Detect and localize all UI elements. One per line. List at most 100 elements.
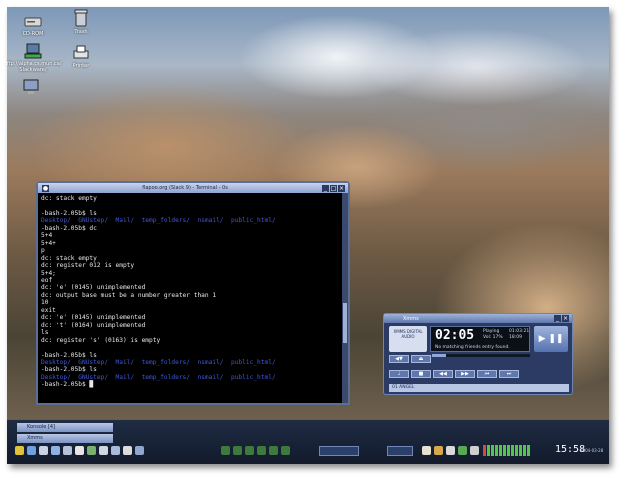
maximize-icon[interactable]: □ [330, 184, 337, 192]
taskbar-panel: Konsole [4] Xmms 15:58 2004-03-28 [7, 419, 609, 464]
icon-label: Printer [72, 63, 90, 69]
terminal-line: dc: 'e' (0145) unimplemented [41, 314, 146, 322]
network-computer-icon [24, 43, 42, 59]
desktop-5-icon[interactable] [269, 446, 278, 455]
music-icon[interactable] [111, 446, 120, 455]
cdrom-drive-icon [24, 17, 42, 27]
browser-icon[interactable] [39, 446, 48, 455]
terminal-line: -bash-2.05b$ ls [41, 351, 97, 359]
terminal-line: eof [41, 276, 53, 284]
terminal-line: 5+4 [41, 232, 53, 240]
terminal-line: 5+4; [41, 269, 56, 277]
settings-icon[interactable] [99, 446, 108, 455]
player-titlebar[interactable]: Xmms _ × [384, 314, 572, 323]
previous-track-button[interactable]: ⏮ [477, 370, 497, 378]
pager-field[interactable] [319, 446, 359, 456]
desktop-3-icon[interactable] [245, 446, 254, 455]
network-icon[interactable]: ftp://alpha.cs.mun.ca/ Slackware/ [7, 43, 62, 73]
player-message: No matching friends entry found. [435, 345, 510, 350]
terminal-titlebar[interactable]: ● flapoo.org (Slack 9) - Terminal - 0s _… [38, 183, 348, 193]
player-close-icon[interactable]: × [562, 315, 569, 322]
minimize-icon[interactable]: _ [322, 184, 329, 192]
window-menu-icon[interactable]: ● [42, 184, 49, 192]
player-logo: XMMS DIGITAL AUDIO [389, 326, 427, 352]
terminal-line: 10 [41, 299, 49, 307]
terminal-icon[interactable] [63, 446, 72, 455]
start-menu-icon[interactable] [15, 446, 24, 455]
desktop-4-icon[interactable] [257, 446, 266, 455]
meter-bar [503, 445, 506, 456]
task-xmms[interactable]: Xmms [17, 434, 113, 443]
terminal-line: p [41, 247, 45, 255]
files-icon[interactable] [87, 446, 96, 455]
terminal-scrollbar[interactable] [342, 193, 348, 403]
icon-label: Trash [74, 29, 88, 35]
tray-document-icon[interactable] [422, 446, 431, 455]
printer-icon[interactable]: Printer [55, 45, 107, 69]
terminal-line: 5+4+ [41, 239, 56, 247]
eject-menu-button[interactable]: ◀▼ [389, 355, 409, 363]
terminal-line: Desktop/ GNUstep/ Mail/ temp_folders/ ns… [41, 217, 276, 225]
computer-icon[interactable] [11, 79, 51, 95]
meter-bar [511, 445, 514, 456]
rewind-button[interactable]: ◀◀ [433, 370, 453, 378]
stop-button[interactable]: ■ [411, 370, 431, 378]
playlist-entry[interactable]: 01 ANGEL [389, 384, 569, 392]
desktop-6-icon[interactable] [281, 446, 290, 455]
tray-folder-icon[interactable] [434, 446, 443, 455]
terminal-line: dc: register 's' (0163) is empty [41, 336, 161, 344]
terminal-line: Desktop/ GNUstep/ Mail/ temp_folders/ ns… [41, 358, 276, 366]
desktop-switcher [221, 446, 290, 455]
terminal-line: -bash-2.05b$ dc [41, 224, 97, 232]
pager-field-2[interactable] [387, 446, 413, 456]
terminal-line: dc: 'e' (0145) unimplemented [41, 284, 146, 292]
editor-icon[interactable] [75, 446, 84, 455]
player-display: 02:05 Playing Vol: 17% 01:03:21 18:09 No m… [430, 326, 530, 352]
terminal-line: dc: output base must be a number greater… [41, 291, 217, 299]
player-title: Xmms [403, 315, 419, 322]
panel-date: 2004-03-28 [580, 448, 604, 453]
terminal-output[interactable]: dc: stack empty -bash-2.05b$ ls Desktop/ … [38, 193, 342, 403]
tray-network-icon[interactable] [458, 446, 467, 455]
meter-bar [527, 445, 530, 456]
playlist-button[interactable]: ♩ [389, 370, 409, 378]
xmms-player-window[interactable]: Xmms _ × XMMS DIGITAL AUDIO 02:05 Playin… [383, 313, 573, 395]
help-icon[interactable] [135, 446, 144, 455]
scrollbar-thumb[interactable] [343, 303, 347, 343]
tray-clock-icon[interactable] [446, 446, 455, 455]
player-buttons-row1: ◀▼ ⏏ [389, 355, 431, 363]
home-icon[interactable] [27, 446, 36, 455]
printer-device-icon [73, 45, 89, 59]
terminal-line: exit [41, 306, 56, 314]
meter-bar [499, 445, 502, 456]
terminal-line: -bash-2.05b$ █ [41, 381, 94, 389]
cpu-meter [483, 445, 530, 456]
desktop-2-icon[interactable] [233, 446, 242, 455]
meter-bar [487, 445, 490, 456]
player-durations: 01:03:21 18:09 [509, 329, 529, 341]
tray-monitor-icon[interactable] [470, 446, 479, 455]
player-status: Playing Vol: 17% [483, 329, 503, 341]
player-elapsed: 01:03:21 [509, 329, 530, 334]
desktop-1-icon[interactable] [221, 446, 230, 455]
terminal-line: ls [41, 329, 49, 337]
terminal-window[interactable]: ● flapoo.org (Slack 9) - Terminal - 0s _… [36, 181, 350, 405]
mail-icon[interactable] [51, 446, 60, 455]
eject-button[interactable]: ⏏ [411, 355, 431, 363]
seek-progress [432, 354, 446, 357]
player-minimize-icon[interactable]: _ [554, 315, 561, 322]
meter-bar [507, 445, 510, 456]
player-volume: Vol: 17% [483, 335, 503, 340]
trash-icon[interactable]: Trash [55, 9, 107, 35]
cdrom-icon[interactable]: CD-ROM [7, 15, 59, 37]
seek-slider[interactable] [432, 354, 530, 357]
close-icon[interactable]: × [338, 184, 345, 192]
task-konsole[interactable]: Konsole [4] [17, 423, 113, 432]
image-icon[interactable] [123, 446, 132, 455]
next-track-button[interactable]: ⏭ [499, 370, 519, 378]
play-pause-button[interactable]: ▶ ❚❚ [534, 326, 568, 352]
forward-button[interactable]: ▶▶ [455, 370, 475, 378]
terminal-line: dc: register 012 is empty [41, 262, 135, 270]
